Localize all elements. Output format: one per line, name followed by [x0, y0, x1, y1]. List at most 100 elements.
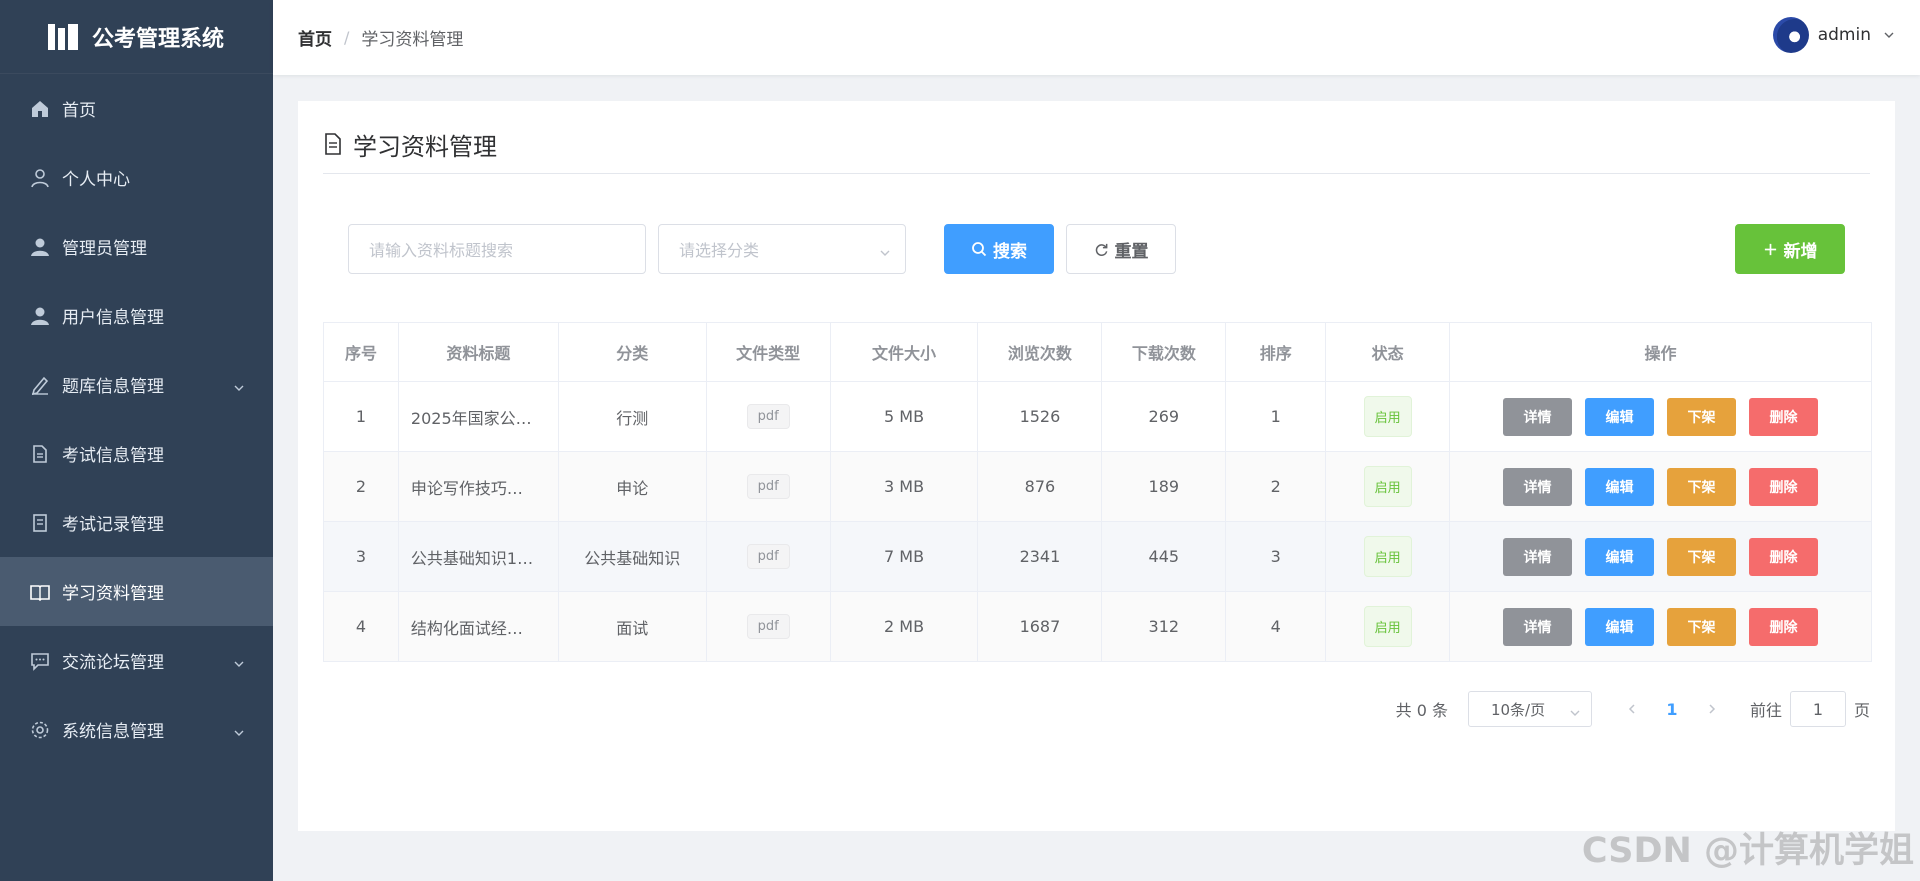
sidebar-item-users[interactable]: 用户信息管理: [0, 281, 273, 350]
cell-views: 1687: [977, 591, 1103, 662]
table-row: 2 申论写作技巧… 申论 pdf 3 MB 876 189 2 启用 详情 编辑: [323, 451, 1872, 522]
edit-button[interactable]: 编辑: [1585, 607, 1655, 646]
page-suffix: 页: [1853, 701, 1870, 720]
cell-views: 876: [977, 451, 1103, 522]
sidebar-item-home[interactable]: 首页: [0, 74, 273, 143]
tickets-icon: [30, 513, 50, 533]
breadcrumb-home[interactable]: 首页: [298, 25, 332, 50]
category-select-placeholder: 请选择分类: [679, 241, 760, 260]
chevron-down-icon: [1569, 705, 1581, 723]
cell-order: 2: [1225, 451, 1327, 522]
detail-button[interactable]: 详情: [1503, 607, 1573, 646]
cell-actions: 详情 编辑 下架 删除: [1449, 591, 1872, 662]
title-search-placeholder: 请输入资料标题搜索: [369, 241, 514, 260]
search-button[interactable]: 搜索: [944, 224, 1054, 274]
cell-status: 启用: [1325, 591, 1451, 662]
table-row: 4 结构化面试经… 面试 pdf 2 MB 1687 312 4 启用 详情 编…: [323, 591, 1872, 662]
sidebar: 公考管理系统 首页 个人中心 管理员管理 用户信息管理 题库信息管理 考试信息管…: [0, 0, 273, 881]
materials-table: 序号 资料标题 分类 文件类型 文件大小 浏览次数 下载次数 排序 状态 操作: [323, 322, 1872, 662]
cell-title: 结构化面试经…: [397, 591, 559, 662]
sidebar-item-question-bank[interactable]: 题库信息管理: [0, 350, 273, 419]
category-select[interactable]: 请选择分类: [658, 224, 906, 274]
detail-button[interactable]: 详情: [1503, 537, 1573, 576]
goto-page-input[interactable]: 1: [1789, 691, 1846, 727]
cell-size: 5 MB: [829, 381, 979, 452]
offline-button[interactable]: 下架: [1667, 537, 1737, 576]
sidebar-item-forum[interactable]: 交流论坛管理: [0, 626, 273, 695]
column-header: 下载次数: [1101, 322, 1227, 382]
pagination-total: 共 0 条: [1395, 701, 1448, 720]
sidebar-item-system[interactable]: 系统信息管理: [0, 695, 273, 764]
chevron-down-icon: [233, 724, 245, 744]
sidebar-item-exams[interactable]: 考试信息管理: [0, 419, 273, 488]
cell-size: 2 MB: [829, 591, 979, 662]
delete-button[interactable]: 删除: [1749, 397, 1819, 436]
sidebar-item-exam-records[interactable]: 考试记录管理: [0, 488, 273, 557]
add-button[interactable]: 新增: [1735, 224, 1845, 274]
edit-button[interactable]: 编辑: [1585, 537, 1655, 576]
column-header: 分类: [557, 322, 707, 382]
document-icon: [30, 444, 50, 464]
detail-button[interactable]: 详情: [1503, 467, 1573, 506]
sidebar-item-study-materials[interactable]: 学习资料管理: [0, 557, 273, 626]
column-header: 文件大小: [829, 322, 979, 382]
user-menu[interactable]: admin: [1772, 17, 1895, 53]
edit-button[interactable]: 编辑: [1585, 467, 1655, 506]
cell-category: 行测: [557, 381, 707, 452]
status-badge: 启用: [1363, 606, 1412, 647]
file-type-tag: pdf: [746, 544, 790, 569]
chevron-down-icon: [233, 655, 245, 675]
sidebar-item-profile[interactable]: 个人中心: [0, 143, 273, 212]
detail-button[interactable]: 详情: [1503, 397, 1573, 436]
breadcrumb-separator: /: [344, 28, 350, 47]
user-outline-icon: [30, 168, 50, 188]
cell-file-type: pdf: [705, 381, 831, 452]
cell-downloads: 269: [1101, 381, 1227, 452]
edit-button[interactable]: 编辑: [1585, 397, 1655, 436]
cell-status: 启用: [1325, 381, 1451, 452]
home-icon: [30, 99, 50, 119]
prev-page-icon[interactable]: [1616, 700, 1648, 719]
delete-button[interactable]: 删除: [1749, 537, 1819, 576]
sidebar-item-label: 考试记录管理: [62, 515, 164, 535]
sidebar-item-label: 系统信息管理: [62, 722, 164, 742]
sidebar-item-admins[interactable]: 管理员管理: [0, 212, 273, 281]
breadcrumb-current: 学习资料管理: [361, 30, 464, 50]
user-solid-icon: [30, 306, 50, 326]
app-logo[interactable]: 公考管理系统: [0, 0, 273, 74]
delete-button[interactable]: 删除: [1749, 467, 1819, 506]
refresh-icon: [1095, 243, 1107, 256]
edit-icon: [30, 375, 50, 395]
cell-order: 4: [1225, 591, 1327, 662]
reset-button[interactable]: 重置: [1066, 224, 1176, 274]
offline-button[interactable]: 下架: [1667, 467, 1737, 506]
document-icon: [323, 133, 343, 155]
offline-button[interactable]: 下架: [1667, 397, 1737, 436]
next-page-icon[interactable]: [1696, 700, 1728, 719]
goto-page-value: 1: [1812, 699, 1824, 719]
cell-title: 公共基础知识1…: [397, 521, 559, 592]
title-search-input[interactable]: 请输入资料标题搜索: [348, 224, 646, 274]
cell-order: 3: [1225, 521, 1327, 592]
user-solid-icon: [30, 237, 50, 257]
page-number[interactable]: 1: [1648, 700, 1696, 719]
column-header: 资料标题: [397, 322, 559, 382]
setting-icon: [30, 720, 50, 740]
offline-button[interactable]: 下架: [1667, 607, 1737, 646]
cell-category: 申论: [557, 451, 707, 522]
avatar[interactable]: [1772, 17, 1809, 53]
file-type-tag: pdf: [746, 404, 790, 429]
cell-views: 1526: [977, 381, 1103, 452]
pagination: 共 0 条 10条/页 1 前往 1 页: [1396, 691, 1870, 727]
table-row: 1 2025年国家公… 行测 pdf 5 MB 1526 269 1 启用 详情: [323, 381, 1872, 452]
user-name[interactable]: admin: [1818, 25, 1871, 45]
cell-category: 面试: [557, 591, 707, 662]
cell-status: 启用: [1325, 451, 1451, 522]
chat-icon: [30, 651, 50, 671]
chevron-down-icon: [1883, 26, 1895, 45]
delete-button[interactable]: 删除: [1749, 607, 1819, 646]
page-size-select[interactable]: 10条/页: [1467, 691, 1592, 727]
status-badge: 启用: [1363, 466, 1412, 507]
cell-downloads: 189: [1101, 451, 1227, 522]
cell-order: 1: [1225, 381, 1327, 452]
